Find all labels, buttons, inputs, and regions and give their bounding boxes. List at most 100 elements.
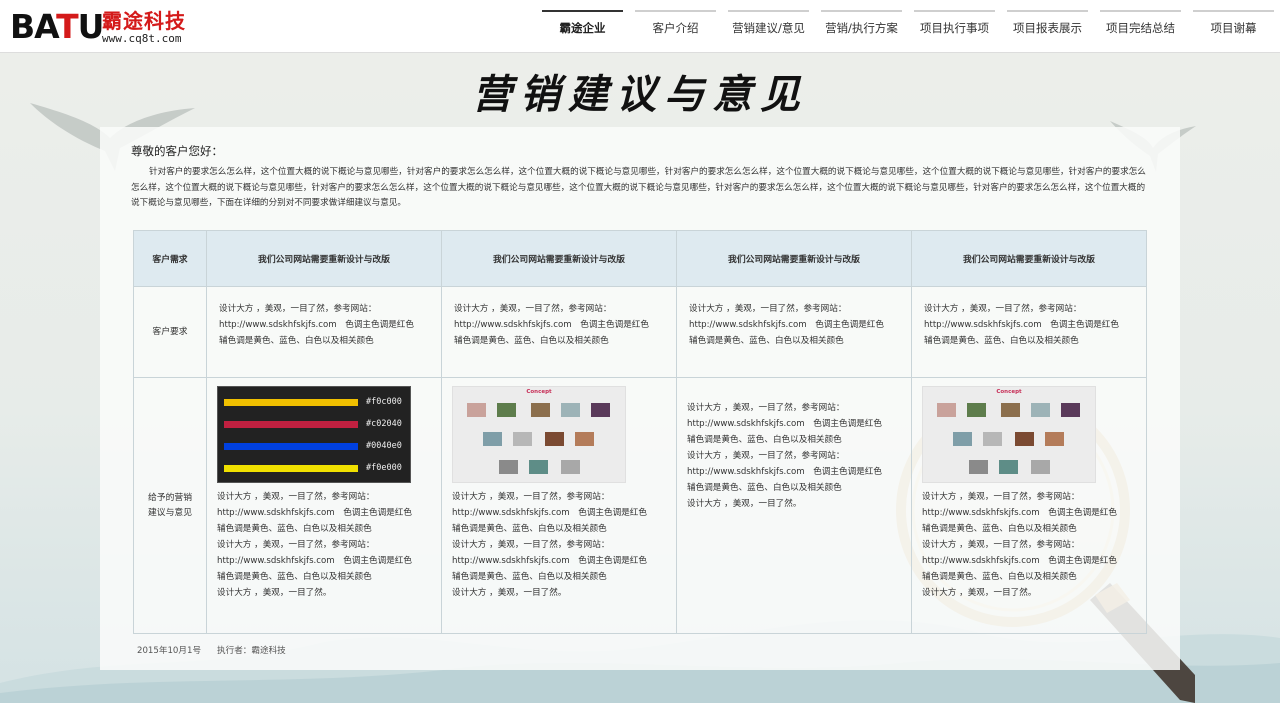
thumbnail: [499, 460, 518, 474]
swatch-bar: [224, 420, 358, 428]
cell-line: 设计大方 ，美观，一目了然，参考网站：: [454, 304, 612, 314]
page-title: 营销建议与意见: [472, 71, 808, 118]
thumbnail: [1031, 403, 1050, 417]
swatch-label: #0040e0: [366, 441, 402, 451]
nav-item-execution-plan[interactable]: 营销/执行方案: [815, 0, 908, 53]
cell-line: http://www.sdskhfskjfs.com 色调主色调是红色: [454, 320, 649, 330]
cell-line: http://www.sdskhfskjfs.com 色调主色调是红色: [452, 556, 647, 566]
cell-line: http://www.sdskhfskjfs.com 色调主色调是红色: [687, 467, 882, 477]
column-header: 我们公司网站需要重新设计与改版: [676, 230, 912, 287]
intro-paragraph: 针对客户的要求怎么怎么样，这个位置大概的说下概论与意见哪些，针对客户的要求怎么怎…: [131, 167, 1146, 208]
footer-executor: 执行者：霸途科技: [217, 646, 286, 656]
swatch-label: #f0e000: [366, 463, 402, 473]
nav-item-marketing-advice[interactable]: 营销建议/意见: [722, 0, 815, 53]
swatch-bar: [224, 442, 358, 450]
cell-line: 辅色调是黄色、蓝色、白色以及相关颜色: [687, 435, 842, 445]
cell-line: 辅色调是黄色、蓝色、白色以及相关颜色: [454, 336, 609, 346]
thumbnail: [1015, 432, 1034, 446]
thumbnail: [561, 460, 580, 474]
cell-line: 设计大方 ，美观，一目了然，参考网站：: [217, 540, 375, 550]
content-panel: 尊敬的客户您好： 针对客户的要求怎么怎么样，这个位置大概的说下概论与意见哪些，针…: [100, 127, 1180, 670]
cell-line: 辅色调是黄色、蓝色、白色以及相关颜色: [452, 524, 607, 534]
nav-item-project-items[interactable]: 项目执行事项: [908, 0, 1001, 53]
thumbnail: [1061, 403, 1080, 417]
cell-line: 设计大方 ，美观，一目了然，参考网站：: [687, 451, 845, 461]
swatch-label: #c02040: [366, 419, 402, 429]
thumbnail: [531, 403, 550, 417]
requirement-cell: 设计大方 ，美观，一目了然，参考网站： http://www.sdskhfskj…: [206, 286, 442, 378]
cell-line: 设计大方 ，美观，一目了然，参考网站：: [687, 403, 845, 413]
thumbnail: [1031, 460, 1050, 474]
column-header: 我们公司网站需要重新设计与改版: [441, 230, 677, 287]
cell-line: 设计大方 ，美观，一目了然。: [452, 588, 567, 598]
cell-line: http://www.sdskhfskjfs.com 色调主色调是红色: [689, 320, 884, 330]
cell-line: 辅色调是黄色、蓝色、白色以及相关颜色: [452, 572, 607, 582]
cell-line: 设计大方 ，美观，一目了然。: [687, 499, 802, 509]
cell-line: 辅色调是黄色、蓝色、白色以及相关颜色: [689, 336, 844, 346]
suggestion-cell: Concept 设计大方 ，美观，一目了然，参考网站： http://www.s…: [441, 377, 677, 634]
cell-line: 设计大方 ，美观，一目了然，参考网站：: [689, 304, 847, 314]
logo-chinese-name: 霸途科技: [102, 9, 186, 33]
cell-line: http://www.sdskhfskjfs.com 色调主色调是红色: [922, 508, 1117, 518]
concept-title: Concept: [996, 389, 1022, 395]
cell-line: 设计大方 ，美观，一目了然。: [922, 588, 1037, 598]
cell-line: 辅色调是黄色、蓝色、白色以及相关颜色: [687, 483, 842, 493]
cell-line: http://www.sdskhfskjfs.com 色调主色调是红色: [687, 419, 882, 429]
swatch-row: #0040e0: [224, 435, 404, 457]
swatch-bar: [224, 398, 358, 406]
thumbnail: [529, 460, 548, 474]
cell-line: 设计大方 ，美观，一目了然，参考网站：: [452, 540, 610, 550]
thumbnail: [513, 432, 532, 446]
thumbnail: [1001, 403, 1020, 417]
top-header: BATU 霸途科技 www.cq8t.com 霸途企业 客户介绍 营销建议/意见…: [0, 0, 1280, 53]
cell-line: http://www.sdskhfskjfs.com 色调主色调是红色: [217, 556, 412, 566]
column-header: 我们公司网站需要重新设计与改版: [911, 230, 1147, 287]
requirement-cell: 设计大方 ，美观，一目了然，参考网站： http://www.sdskhfskj…: [911, 286, 1147, 378]
swatch-bar: [224, 464, 358, 472]
footer-date: 2015年10月1号: [137, 646, 202, 656]
row-label-suggestion: 给予的营销建议与意见: [133, 377, 207, 634]
thumbnail: [591, 403, 610, 417]
nav-item-client-intro[interactable]: 客户介绍: [629, 0, 722, 53]
cell-line: http://www.sdskhfskjfs.com 色调主色调是红色: [922, 556, 1117, 566]
thumbnail: [483, 432, 502, 446]
main-nav: 霸途企业 客户介绍 营销建议/意见 营销/执行方案 项目执行事项 项目报表展示 …: [536, 0, 1280, 53]
thumbnail: [545, 432, 564, 446]
cell-line: 设计大方 ，美观，一目了然，参考网站：: [922, 492, 1080, 502]
table-header-row: 客户需求 我们公司网站需要重新设计与改版 我们公司网站需要重新设计与改版 我们公…: [133, 230, 1147, 287]
thumbnail: [575, 432, 594, 446]
requirements-table: 客户需求 我们公司网站需要重新设计与改版 我们公司网站需要重新设计与改版 我们公…: [133, 230, 1147, 634]
concept-preview-image: Concept: [452, 386, 626, 483]
suggestion-cell: Concept 设计大方 ，美观，一目了然，参考网站： http://www.s…: [911, 377, 1147, 634]
suggestion-cell: 设计大方 ，美观，一目了然，参考网站： http://www.sdskhfskj…: [676, 377, 912, 634]
logo-url: www.cq8t.com: [102, 32, 182, 45]
cell-line: 辅色调是黄色、蓝色、白色以及相关颜色: [219, 336, 374, 346]
thumbnail: [1045, 432, 1064, 446]
nav-item-project-reports[interactable]: 项目报表展示: [1001, 0, 1094, 53]
color-palette-image: #f0c000 #c02040 #0040e0 #f0e000: [217, 386, 411, 483]
thumbnail: [497, 403, 516, 417]
nav-item-project-summary[interactable]: 项目完结总结: [1094, 0, 1187, 53]
swatch-row: #c02040: [224, 413, 404, 435]
row-label-requirement: 客户要求: [133, 286, 207, 378]
table-row-requirement: 客户要求 设计大方 ，美观，一目了然，参考网站： http://www.sdsk…: [133, 286, 1147, 378]
cell-line: 辅色调是黄色、蓝色、白色以及相关颜色: [217, 524, 372, 534]
cell-line: 设计大方 ，美观，一目了然，参考网站：: [452, 492, 610, 502]
thumbnail: [467, 403, 486, 417]
thumbnail: [937, 403, 956, 417]
cell-line: 辅色调是黄色、蓝色、白色以及相关颜色: [217, 572, 372, 582]
thumbnail: [967, 403, 986, 417]
cell-line: 设计大方 ，美观，一目了然，参考网站：: [922, 540, 1080, 550]
requirement-cell: 设计大方 ，美观，一目了然，参考网站： http://www.sdskhfskj…: [676, 286, 912, 378]
brand-logo[interactable]: BATU 霸途科技 www.cq8t.com: [10, 8, 200, 46]
concept-title: Concept: [526, 389, 552, 395]
column-header: 我们公司网站需要重新设计与改版: [206, 230, 442, 287]
thumbnail: [983, 432, 1002, 446]
nav-item-project-closing[interactable]: 项目谢幕: [1187, 0, 1280, 53]
thumbnail: [999, 460, 1018, 474]
swatch-row: #f0c000: [224, 391, 404, 413]
nav-item-company[interactable]: 霸途企业: [536, 0, 629, 53]
cell-line: 设计大方 ，美观，一目了然，参考网站：: [219, 304, 377, 314]
swatch-label: #f0c000: [366, 397, 402, 407]
table-row-suggestion: 给予的营销建议与意见 #f0c000 #c02040 #0040e0 #f0e0…: [133, 377, 1147, 634]
